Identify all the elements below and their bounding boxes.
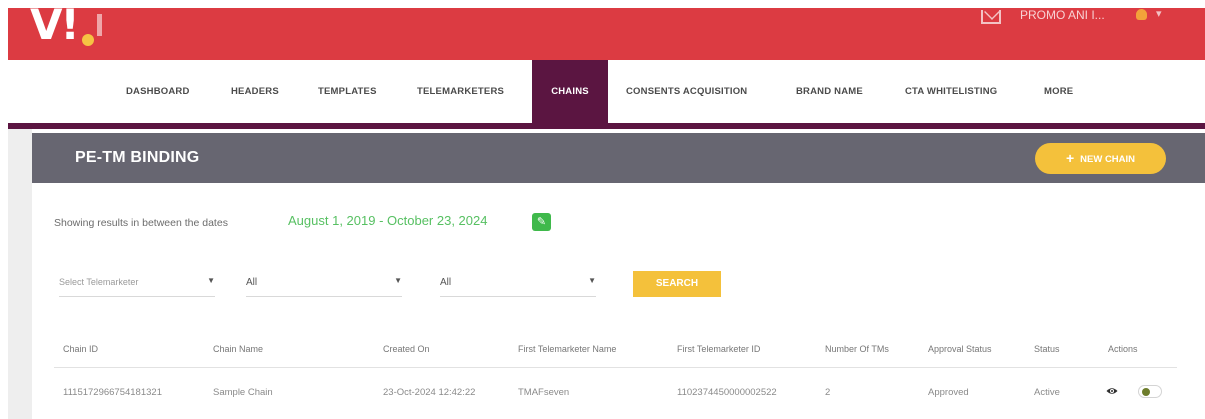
cell-status: Active [1034,387,1060,398]
page-title: PE-TM BINDING [75,149,200,166]
date-range-label: Showing results in between the dates [54,217,228,229]
card-header: PE-TM BINDING + NEW CHAIN [32,133,1205,183]
nav-consents-acquisition[interactable]: CONSENTS ACQUISITION [626,60,747,123]
user-name[interactable]: PROMO ANI I... [1020,8,1105,22]
eye-icon[interactable] [1106,385,1118,397]
pencil-icon: ✎ [536,216,547,228]
plus-icon: + [1065,150,1075,166]
column-header-number-of-tms[interactable]: Number Of TMs [825,344,889,354]
mail-icon[interactable] [981,10,1001,24]
search-button[interactable]: SEARCH [633,271,721,297]
cell-first-tm-id: 1102374450000002522 [677,387,777,398]
cell-chain-id: 1115172966754181321 [63,387,162,398]
date-range-value[interactable]: August 1, 2019 - October 23, 2024 [288,213,487,228]
nav-brand-name[interactable]: BRAND NAME [796,60,863,123]
cell-approval-status: Approved [928,387,969,398]
nav-chains[interactable]: CHAINS [532,60,608,123]
logo-dot [82,34,94,46]
cell-first-tm-name: TMAFseven [518,387,570,398]
toggle-knob [1142,388,1150,396]
filter-select-2-value: All [246,277,258,288]
column-header-first-tm-name[interactable]: First Telemarketer Name [518,344,616,354]
filter-select-2[interactable]: All ▼ [246,271,402,297]
logo-mark: V! [30,0,80,49]
edit-date-range-button[interactable]: ✎ [532,213,551,231]
filter-select-3[interactable]: All ▼ [440,271,596,297]
top-header: V! PROMO ANI I... ▾ [8,0,1205,60]
table-header-divider [54,367,1177,368]
status-toggle[interactable] [1138,385,1162,398]
filter-select-3-value: All [440,277,452,288]
vi-logo[interactable]: V! [28,0,108,58]
telemarketer-select[interactable]: Select Telemarketer ▼ [59,271,215,297]
nav-more[interactable]: MORE [1044,60,1073,123]
column-header-chain-id[interactable]: Chain ID [63,344,98,354]
chevron-down-icon: ▼ [588,276,596,285]
nav-underline [8,123,1205,129]
chevron-down-icon[interactable]: ▾ [1156,7,1162,20]
column-header-approval-status[interactable]: Approval Status [928,344,992,354]
column-header-first-tm-id[interactable]: First Telemarketer ID [677,344,760,354]
cell-chain-name: Sample Chain [213,387,273,398]
column-header-chain-name[interactable]: Chain Name [213,344,263,354]
nav-dashboard[interactable]: DASHBOARD [126,60,190,123]
nav-telemarketers[interactable]: TELEMARKETERS [417,60,504,123]
new-chain-button[interactable]: + NEW CHAIN [1035,143,1166,174]
cell-number-of-tms: 2 [825,387,831,398]
nav-cta-whitelisting[interactable]: CTA WHITELISTING [905,60,997,123]
column-header-created-on[interactable]: Created On [383,344,430,354]
chevron-down-icon: ▼ [394,276,402,285]
chevron-down-icon: ▼ [207,276,215,285]
nav-templates[interactable]: TEMPLATES [318,60,377,123]
column-header-actions: Actions [1108,344,1138,354]
column-header-status[interactable]: Status [1034,344,1060,354]
chains-card: PE-TM BINDING + NEW CHAIN Showing results… [32,133,1205,419]
new-chain-label: NEW CHAIN [1080,154,1136,165]
nav-headers[interactable]: HEADERS [231,60,279,123]
logo-tagline [97,14,102,36]
cell-created-on: 23-Oct-2024 12:42:22 [383,387,476,398]
main-nav: DASHBOARD HEADERS TEMPLATES TELEMARKETER… [8,60,1205,123]
user-icon[interactable] [1136,9,1147,20]
sidebar-strip [8,129,32,419]
telemarketer-select-value: Select Telemarketer [59,277,139,287]
